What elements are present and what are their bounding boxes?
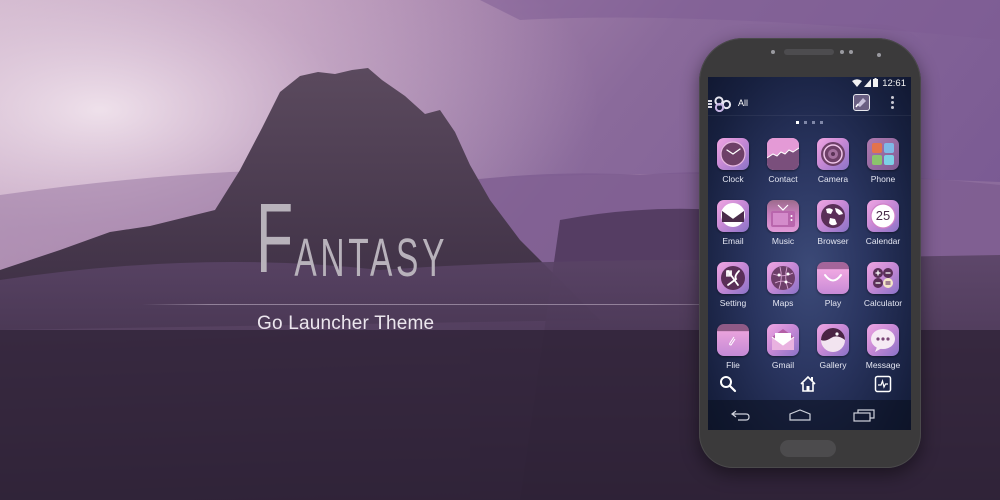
page-dot[interactable]	[820, 121, 823, 124]
navigation-bar	[708, 400, 911, 430]
gallery-icon	[817, 324, 849, 356]
page-dot[interactable]	[804, 121, 807, 124]
app-label: Music	[771, 236, 795, 246]
app-setting[interactable]: Setting	[708, 262, 758, 322]
calendar-date: 25	[875, 208, 891, 223]
app-browser[interactable]: Browser	[808, 200, 858, 260]
app-label: Gallery	[819, 360, 847, 370]
page-dot-active[interactable]	[796, 121, 799, 124]
app-calculator[interactable]: Calculator	[858, 262, 908, 322]
theme-subtitle: Go Launcher Theme	[257, 313, 435, 334]
recent-apps-icon[interactable]	[853, 408, 875, 422]
email-icon	[717, 200, 749, 232]
app-label: Contact	[768, 174, 798, 184]
filter-all-label[interactable]: All	[738, 98, 748, 108]
go-launcher-logo-icon[interactable]	[714, 96, 732, 112]
page-indicator	[708, 121, 911, 126]
phone-folder-icon	[867, 138, 899, 170]
app-camera[interactable]: Camera	[808, 138, 858, 198]
home-nav-icon[interactable]	[789, 408, 811, 422]
clock-icon	[717, 138, 749, 170]
play-store-icon	[817, 262, 849, 294]
app-label: Setting	[719, 298, 747, 308]
app-email[interactable]: Email	[708, 200, 758, 260]
earpiece-speaker	[784, 49, 834, 55]
title-rest: ANTASY	[294, 228, 449, 288]
app-label: Flie	[726, 360, 740, 370]
maps-icon	[767, 262, 799, 294]
camera-icon	[817, 138, 849, 170]
theme-title: FANTASY	[256, 188, 448, 288]
dock-bar	[708, 373, 911, 397]
app-label: Gmail	[771, 360, 795, 370]
app-music[interactable]: Music	[758, 200, 808, 260]
app-maps[interactable]: Maps	[758, 262, 808, 322]
app-contact[interactable]: Contact	[758, 138, 808, 198]
activity-icon[interactable]	[874, 375, 892, 393]
browser-globe-icon	[817, 200, 849, 232]
battery-icon	[873, 78, 878, 87]
app-label: Maps	[772, 298, 794, 308]
gmail-icon	[767, 324, 799, 356]
music-tv-icon	[767, 200, 799, 232]
app-label: Browser	[817, 236, 849, 246]
app-calendar[interactable]: 25 Calendar	[858, 200, 908, 260]
message-icon	[867, 324, 899, 356]
theme-icon[interactable]	[853, 94, 870, 111]
app-label: Play	[824, 298, 842, 308]
app-label: Calculator	[863, 298, 903, 308]
app-drawer-bar: All	[708, 92, 911, 116]
wifi-icon	[852, 79, 862, 87]
status-bar: 12:61	[708, 77, 911, 90]
calendar-icon: 25	[867, 200, 899, 232]
app-clock[interactable]: Clock	[708, 138, 758, 198]
front-camera	[849, 50, 853, 54]
app-label: Message	[865, 360, 901, 370]
hardware-home-button[interactable]	[780, 440, 836, 457]
status-time: 12:61	[882, 78, 906, 89]
app-label: Camera	[817, 174, 849, 184]
phone-screen: 12:61 All Clock Contact Camera Phone Ema…	[708, 77, 911, 430]
theme-title-block: FANTASY Go Launcher Theme	[0, 0, 702, 500]
title-initial: F	[256, 183, 295, 293]
front-sensor	[840, 50, 844, 54]
file-icon	[717, 324, 749, 356]
home-icon[interactable]	[799, 375, 817, 393]
more-vertical-icon[interactable]	[891, 96, 895, 110]
title-divider	[142, 304, 702, 305]
page-dot[interactable]	[812, 121, 815, 124]
phone-mockup: 12:61 All Clock Contact Camera Phone Ema…	[699, 38, 921, 468]
app-phone[interactable]: Phone	[858, 138, 908, 198]
signal-icon	[864, 79, 871, 87]
app-play[interactable]: Play	[808, 262, 858, 322]
app-label: Calendar	[865, 236, 901, 246]
calculator-icon	[867, 262, 899, 294]
setting-icon	[717, 262, 749, 294]
back-icon[interactable]	[730, 408, 752, 422]
app-label: Clock	[722, 174, 744, 184]
app-label: Phone	[870, 174, 896, 184]
front-sensor	[771, 50, 775, 54]
proximity-sensor	[877, 53, 881, 57]
contact-icon	[767, 138, 799, 170]
app-label: Email	[722, 236, 744, 246]
hamburger-icon[interactable]	[708, 100, 712, 108]
search-icon[interactable]	[719, 375, 737, 393]
